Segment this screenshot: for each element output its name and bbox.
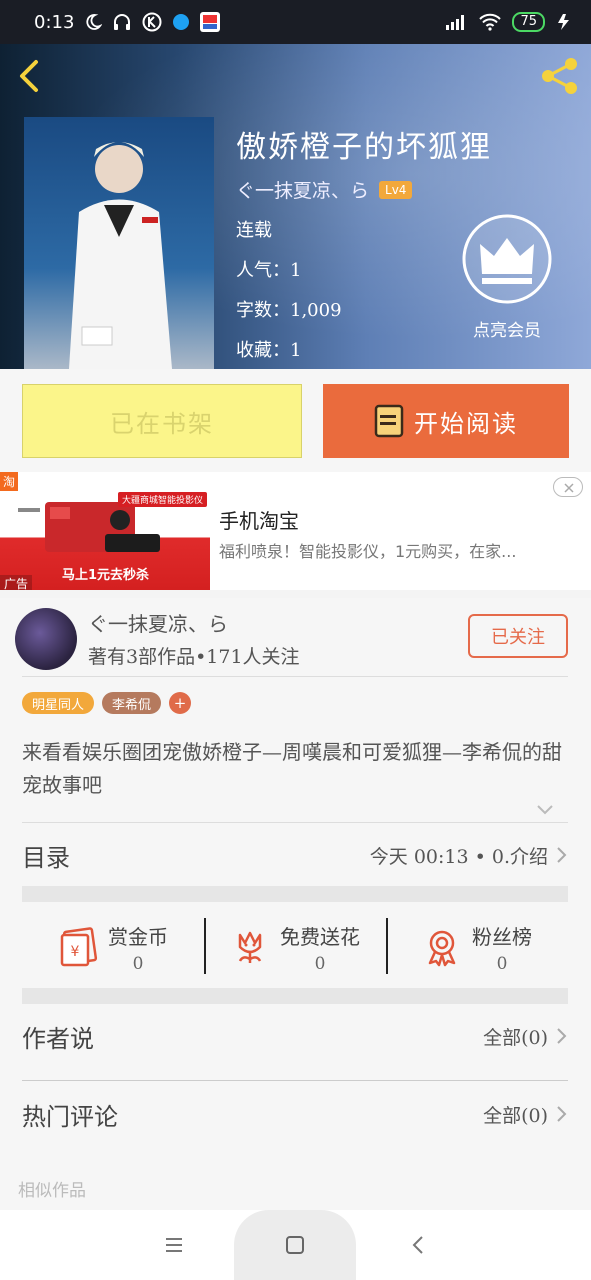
level-badge: Lv4 xyxy=(379,180,413,199)
stat-label: 粉丝榜 xyxy=(472,924,532,949)
ad-image-caption: 马上1元去秒杀 xyxy=(62,568,150,583)
divider xyxy=(22,676,568,677)
medal-icon xyxy=(428,930,456,967)
home-square-icon xyxy=(286,1236,304,1254)
hot-comments-row[interactable]: 热门评论 全部(0) xyxy=(22,1090,568,1138)
k-app-icon xyxy=(142,12,162,32)
cover-illustration-icon xyxy=(24,117,214,369)
action-bar: 已在书架 开始阅读 xyxy=(0,369,591,472)
author-says-label: 作者说 xyxy=(22,1024,94,1053)
back-arrow-icon xyxy=(20,60,38,92)
menu-button[interactable] xyxy=(161,1232,187,1258)
chevron-right-icon xyxy=(557,847,567,863)
toc-latest: 今天 00:13 • 0.介绍 xyxy=(369,845,548,868)
divider xyxy=(22,1080,568,1081)
author-info: 著有3部作品•171人关注 xyxy=(88,646,300,668)
book-icon xyxy=(374,404,404,438)
synopsis: 来看看娱乐圈团宠傲娇橙子—周嘆晨和可爱狐狸—李希侃的甜宠故事吧 xyxy=(22,740,562,797)
tag-item[interactable]: 明星同人 xyxy=(22,692,95,714)
status-bar: 0:13 75 xyxy=(0,0,591,44)
stats-row: ¥ 赏金币 0 免费送花 0 粉丝榜 0 xyxy=(22,902,568,992)
blue-app-icon xyxy=(172,13,190,31)
battery-indicator: 75 xyxy=(512,12,545,32)
reward-coin-button[interactable]: ¥ 赏金币 0 xyxy=(22,902,204,992)
in-shelf-button[interactable]: 已在书架 xyxy=(22,384,302,458)
start-reading-button[interactable]: 开始阅读 xyxy=(323,384,569,458)
book-collections: 收藏：1 xyxy=(236,340,302,361)
hot-comments-count: 全部(0) xyxy=(483,1104,548,1127)
vip-label: 点亮会员 xyxy=(473,321,541,341)
ad-description: 福利喷泉！智能投影仪，1元购买，在家... xyxy=(219,542,517,561)
tag-item[interactable]: 李希侃 xyxy=(102,692,162,714)
stat-value: 0 xyxy=(496,953,508,974)
headphones-icon xyxy=(112,13,132,31)
ad-title: 手机淘宝 xyxy=(219,509,299,533)
system-nav-bar xyxy=(0,1210,591,1280)
expand-button[interactable] xyxy=(536,800,554,815)
svg-text:¥: ¥ xyxy=(71,944,80,960)
start-reading-label: 开始阅读 xyxy=(414,409,518,438)
book-status: 连载 xyxy=(236,220,272,241)
section-spacer xyxy=(22,886,568,902)
author-name[interactable]: ぐ一抹夏凉、ら xyxy=(88,608,228,637)
chevron-right-icon xyxy=(557,1028,567,1044)
ad-image[interactable]: 大疆商城智能投影仪 马上1元去秒杀 淘 广告 xyxy=(0,472,210,590)
author-says-row[interactable]: 作者说 全部(0) xyxy=(22,1012,568,1060)
section-spacer xyxy=(22,988,568,1004)
nav-back-button[interactable] xyxy=(406,1232,432,1258)
book-author-row[interactable]: ぐ一抹夏凉、ら Lv4 xyxy=(236,176,413,203)
moon-icon xyxy=(84,13,103,31)
charging-icon xyxy=(555,13,573,31)
fan-ranking-button[interactable]: 粉丝榜 0 xyxy=(386,902,568,992)
back-button[interactable] xyxy=(12,56,52,96)
hot-comments-label: 热门评论 xyxy=(22,1102,118,1131)
crown-icon xyxy=(462,214,552,304)
author-avatar[interactable] xyxy=(15,608,77,670)
book-popularity: 人气：1 xyxy=(236,260,302,281)
status-time: 0:13 xyxy=(34,11,75,33)
red-envelope-icon: ¥ xyxy=(60,927,98,967)
wifi-icon xyxy=(478,13,502,31)
flower-icon xyxy=(238,931,262,963)
book-title: 傲娇橙子的坏狐狸 xyxy=(236,130,492,165)
home-button[interactable] xyxy=(282,1232,308,1258)
signal-icon xyxy=(446,14,468,30)
ad-close-button[interactable] xyxy=(553,477,583,497)
close-icon xyxy=(564,483,574,493)
stat-value: 0 xyxy=(132,953,144,974)
follow-button[interactable]: 已关注 xyxy=(468,614,568,658)
similar-works-heading: 相似作品 xyxy=(18,1181,86,1201)
share-button[interactable] xyxy=(538,54,582,98)
menu-icon xyxy=(166,1238,182,1252)
author-says-count: 全部(0) xyxy=(483,1026,548,1049)
toc-row[interactable]: 目录 今天 00:13 • 0.介绍 xyxy=(22,834,568,876)
chevron-down-icon xyxy=(537,805,553,815)
book-cover[interactable] xyxy=(24,117,214,369)
vip-button[interactable]: 点亮会员 xyxy=(460,212,554,341)
taobao-badge: 淘 xyxy=(0,472,19,491)
share-icon xyxy=(542,58,577,94)
toc-label: 目录 xyxy=(22,843,70,872)
book-word-count: 字数：1,009 xyxy=(236,300,342,321)
detail-section: ぐ一抹夏凉、ら 著有3部作品•171人关注 已关注 明星同人 李希侃 + 来看看… xyxy=(0,598,591,1210)
ad-tag: 广告 xyxy=(0,575,33,590)
stat-label: 赏金币 xyxy=(108,924,168,949)
add-tag-button[interactable]: + xyxy=(169,692,192,714)
ad-banner[interactable]: 大疆商城智能投影仪 马上1元去秒杀 淘 广告 手机淘宝 福利喷泉！智能投影仪，1… xyxy=(0,472,591,590)
divider xyxy=(22,822,568,823)
book-author[interactable]: ぐ一抹夏凉、ら xyxy=(236,176,369,203)
ad-image-ribbon: 大疆商城智能投影仪 xyxy=(118,492,208,507)
stat-label: 免费送花 xyxy=(280,924,360,949)
book-header: 傲娇橙子的坏狐狸 ぐ一抹夏凉、ら Lv4 连载 人气：1 字数：1,009 收藏… xyxy=(0,44,591,369)
tag-list: 明星同人 李希侃 + xyxy=(22,692,192,714)
free-flower-button[interactable]: 免费送花 0 xyxy=(204,902,386,992)
stat-value: 0 xyxy=(314,953,326,974)
chevron-right-icon xyxy=(557,1106,567,1122)
chevron-left-icon xyxy=(412,1236,423,1254)
news-app-icon xyxy=(200,12,221,32)
